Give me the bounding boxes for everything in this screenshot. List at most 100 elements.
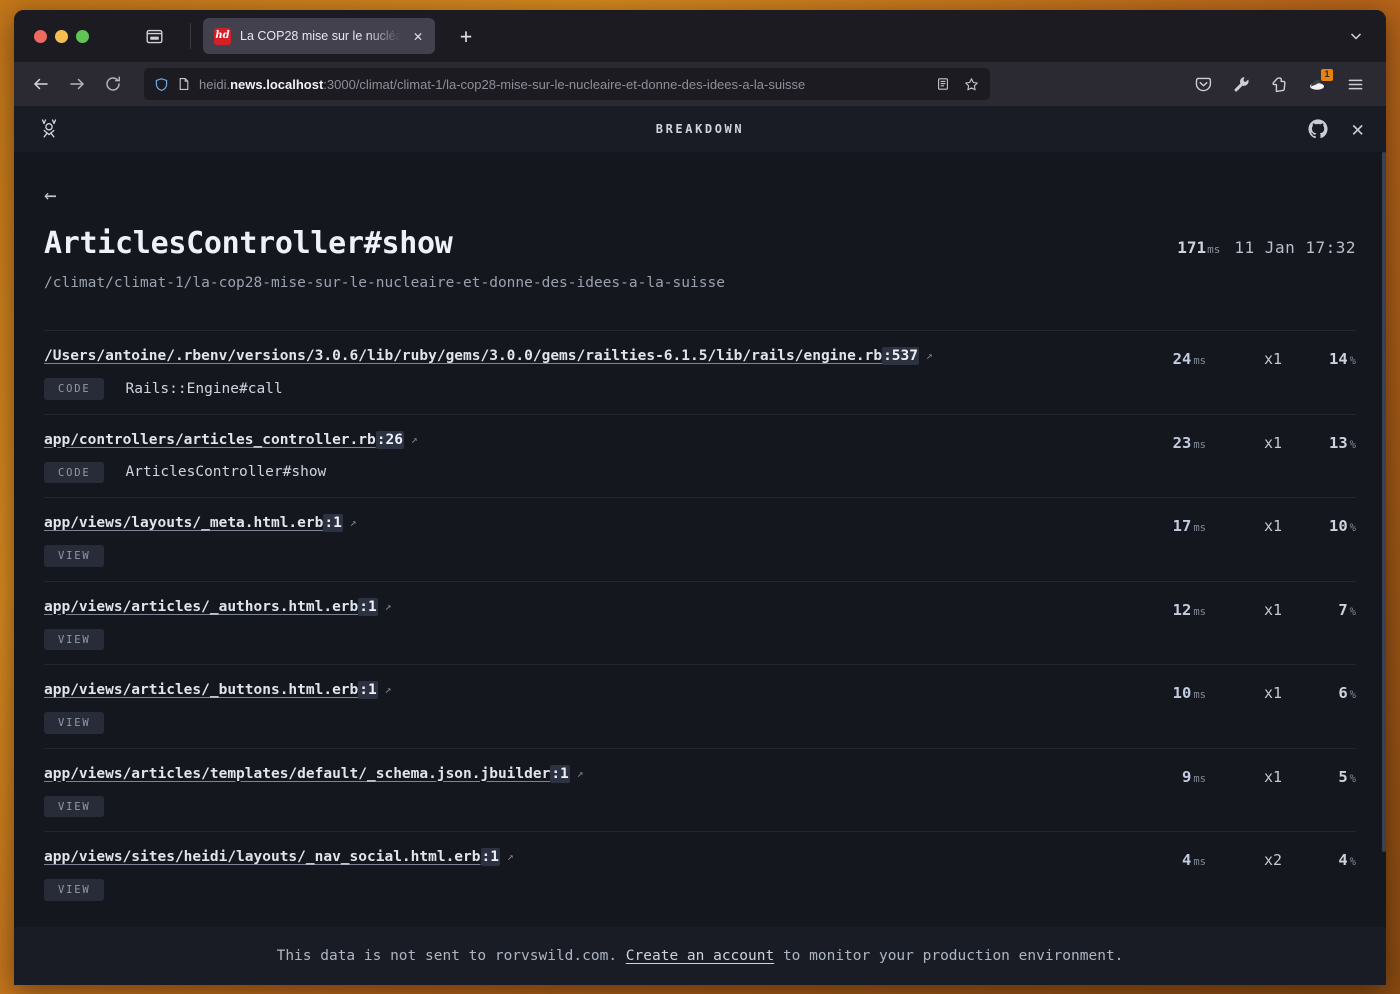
row-call-count: x1 (1263, 433, 1282, 452)
url-bar[interactable]: heidi.news.localhost:3000/climat/climat-… (144, 68, 990, 100)
row-main: /Users/antoine/.rbenv/versions/3.0.6/lib… (44, 347, 1120, 400)
browser-tab[interactable]: hd La COP28 mise sur le nucléaire et ✕ (203, 18, 435, 54)
external-link-icon[interactable]: ↗ (577, 767, 584, 780)
row-percentage-unit: % (1349, 438, 1356, 451)
sidebar-icon[interactable] (132, 27, 176, 46)
row-main: app/views/sites/heidi/layouts/_nav_socia… (44, 848, 1120, 901)
row-tag-line: CODE ArticlesController#show (44, 461, 1120, 483)
row-percentage-value: 13 (1329, 433, 1348, 452)
row-file-link[interactable]: /Users/antoine/.rbenv/versions/3.0.6/lib… (44, 347, 1120, 365)
row-file-path: app/views/layouts/_meta.html.erb (44, 515, 324, 531)
tab-list-chevron-icon[interactable] (1348, 10, 1364, 62)
external-link-icon[interactable]: ↗ (350, 516, 357, 529)
row-percentage: 13% (1282, 434, 1356, 452)
row-percentage-value: 7 (1338, 600, 1348, 619)
row-metrics: 12 ms x1 7% (1120, 599, 1356, 619)
row-duration-unit: ms (1193, 438, 1206, 451)
github-icon[interactable] (1307, 118, 1329, 140)
row-percentage-unit: % (1349, 522, 1356, 534)
row-main: app/controllers/articles_controller.rb:2… (44, 430, 1120, 483)
wrench-icon[interactable] (1224, 68, 1258, 100)
row-call-count: x1 (1263, 517, 1282, 535)
row-duration-value: 12 (1172, 600, 1192, 619)
minimize-window-button[interactable] (55, 29, 68, 43)
endpoint-duration-unit: ms (1207, 243, 1221, 256)
row-tag-line: CODE Rails::Engine#call (44, 378, 1120, 400)
row-kind-badge: CODE (44, 378, 104, 400)
external-link-icon[interactable]: ↗ (411, 433, 418, 446)
new-tab-button[interactable]: + (453, 26, 479, 46)
row-duration: 17 ms (1120, 517, 1206, 535)
page-title: BREAKDOWN (655, 122, 745, 136)
close-window-button[interactable] (34, 29, 47, 43)
row-duration-value: 17 (1172, 517, 1192, 535)
row-file-link[interactable]: app/views/layouts/_meta.html.erb:1 ↗ (44, 514, 1120, 532)
row-kind-badge: VIEW (44, 795, 104, 817)
row-file-path: app/views/articles/templates/default/_sc… (44, 765, 551, 782)
row-line-number: :26 (375, 430, 404, 449)
row-file-link[interactable]: app/views/articles/_authors.html.erb:1 ↗ (44, 597, 1120, 616)
reader-view-icon[interactable] (933, 77, 953, 91)
row-duration: 9 ms (1120, 768, 1206, 786)
row-duration-unit: ms (1193, 689, 1206, 701)
row-file-link[interactable]: app/views/articles/_buttons.html.erb:1 ↗ (44, 681, 1120, 699)
endpoint-meta: 171ms 11 Jan 17:32 (1177, 238, 1356, 257)
row-duration: 12 ms (1120, 601, 1206, 619)
row-metrics: 9 ms x1 5% (1120, 766, 1356, 786)
forward-arrow-icon[interactable] (60, 68, 94, 100)
row-metrics: 4 ms x2 4% (1120, 849, 1356, 869)
row-call-count: x1 (1263, 600, 1282, 619)
hamburger-menu-icon[interactable] (1338, 68, 1372, 100)
window-controls[interactable] (24, 29, 110, 43)
navigation-toolbar: heidi.news.localhost:3000/climat/climat-… (14, 62, 1386, 106)
reload-icon[interactable] (96, 68, 130, 100)
external-link-icon[interactable]: ↗ (926, 349, 933, 362)
row-metrics: 23 ms x1 13% (1120, 432, 1356, 452)
extension-icon[interactable] (1262, 68, 1296, 100)
row-file-path: app/views/articles/_authors.html.erb (44, 598, 359, 615)
row-percentage: 4% (1282, 851, 1356, 869)
external-link-icon[interactable]: ↗ (385, 683, 392, 696)
back-arrow-icon[interactable]: ← (44, 185, 57, 206)
row-percentage-value: 4 (1338, 851, 1348, 869)
external-link-icon[interactable]: ↗ (385, 600, 392, 613)
maximize-window-button[interactable] (76, 29, 89, 43)
breakdown-header: BREAKDOWN ✕ (14, 106, 1386, 152)
row-duration-value: 10 (1172, 684, 1192, 702)
row-duration: 10 ms (1120, 684, 1206, 702)
external-link-icon[interactable]: ↗ (507, 850, 514, 863)
tab-close-icon[interactable]: ✕ (410, 28, 426, 44)
row-file-path: app/controllers/articles_controller.rb (44, 431, 376, 448)
row-file-link[interactable]: app/controllers/articles_controller.rb:2… (44, 430, 1120, 449)
row-method-name: ArticlesController#show (125, 464, 327, 481)
tab-divider (190, 23, 191, 49)
row-duration-value: 24 (1172, 350, 1192, 368)
row-metrics: 17 ms x1 10% (1120, 515, 1356, 535)
breakdown-row: app/views/articles/templates/default/_sc… (44, 747, 1356, 832)
pocket-icon[interactable] (1186, 68, 1220, 100)
row-duration-unit: ms (1193, 355, 1206, 367)
row-kind-badge: VIEW (44, 545, 104, 567)
row-duration-unit: ms (1193, 605, 1206, 618)
row-call-count: x1 (1263, 684, 1282, 702)
row-percentage-value: 10 (1329, 517, 1348, 535)
row-percentage: 5% (1282, 768, 1356, 786)
row-line-number: :1 (358, 681, 378, 699)
create-account-link[interactable]: Create an account (626, 948, 774, 964)
row-tag-line: VIEW (44, 628, 1120, 650)
close-icon[interactable]: ✕ (1351, 118, 1364, 140)
row-file-link[interactable]: app/views/sites/heidi/layouts/_nav_socia… (44, 848, 1120, 866)
row-kind-badge: VIEW (44, 879, 104, 901)
breakdown-row: app/views/sites/heidi/layouts/_nav_socia… (44, 831, 1356, 915)
row-main: app/views/articles/_authors.html.erb:1 ↗ V… (44, 597, 1120, 650)
breakdown-panel: BREAKDOWN ✕ ← ArticlesController#show 17… (14, 106, 1386, 985)
row-percentage-unit: % (1349, 772, 1356, 785)
rorvswild-extension-icon[interactable]: 1 (1300, 68, 1334, 100)
footer-text-after: to monitor your production environment. (782, 948, 1124, 964)
back-arrow-icon[interactable] (24, 68, 58, 100)
bookmark-star-icon[interactable] (961, 77, 982, 92)
row-call-count: x1 (1263, 767, 1282, 786)
url-prefix: heidi. (199, 76, 231, 92)
row-duration: 23 ms (1120, 434, 1206, 452)
row-file-link[interactable]: app/views/articles/templates/default/_sc… (44, 764, 1120, 783)
